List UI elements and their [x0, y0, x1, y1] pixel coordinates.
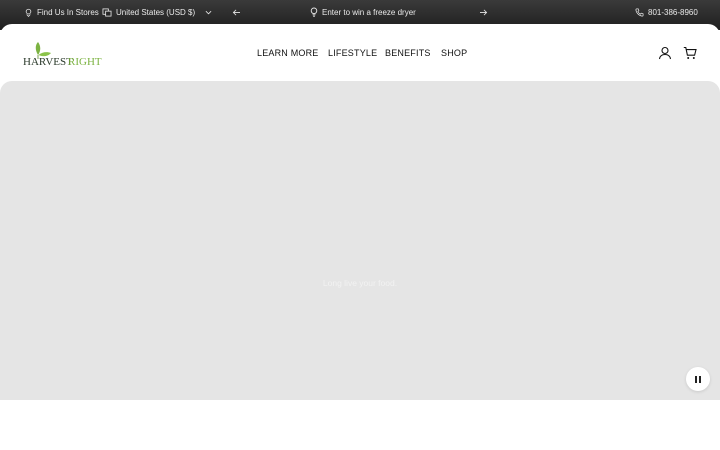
chevron-down-icon	[205, 10, 212, 15]
phone-icon	[635, 8, 644, 17]
main-nav: LEARN MORE LIFESTYLE BENEFITS SHOP	[0, 48, 720, 62]
region-label: United States (USD $)	[116, 7, 196, 17]
cart-icon[interactable]	[683, 46, 697, 60]
find-stores-label: Find Us In Stores	[37, 7, 99, 17]
announcement-next-button[interactable]	[479, 0, 488, 24]
arrow-left-icon	[232, 9, 241, 16]
lightbulb-icon	[310, 7, 318, 17]
arrow-right-icon	[479, 9, 488, 16]
currency-icon	[102, 7, 112, 17]
hero-tagline: Long live your food.	[322, 278, 398, 288]
account-icon[interactable]	[658, 46, 672, 60]
announcement-text: Enter to win a freeze dryer	[322, 7, 416, 17]
find-stores-link[interactable]: Find Us In Stores	[24, 0, 99, 24]
pause-button[interactable]	[686, 367, 710, 391]
nav-lifestyle[interactable]: LIFESTYLE	[328, 48, 377, 58]
nav-benefits[interactable]: BENEFITS	[385, 48, 431, 58]
site-header: HARVEST RIGHT LEARN MORE LIFESTYLE BENEF…	[0, 24, 720, 81]
announcement-prev-button[interactable]	[232, 0, 241, 24]
location-pin-icon	[24, 8, 33, 17]
phone-link[interactable]: 801-386-8960	[635, 0, 698, 24]
nav-learn-more[interactable]: LEARN MORE	[257, 48, 319, 58]
pause-icon	[695, 375, 697, 383]
region-selector[interactable]: United States (USD $)	[102, 0, 212, 24]
hero-video: Long live your food.	[0, 81, 720, 400]
phone-number: 801-386-8960	[648, 7, 698, 17]
nav-shop[interactable]: SHOP	[441, 48, 467, 58]
announcement-link[interactable]: Enter to win a freeze dryer	[310, 0, 416, 24]
